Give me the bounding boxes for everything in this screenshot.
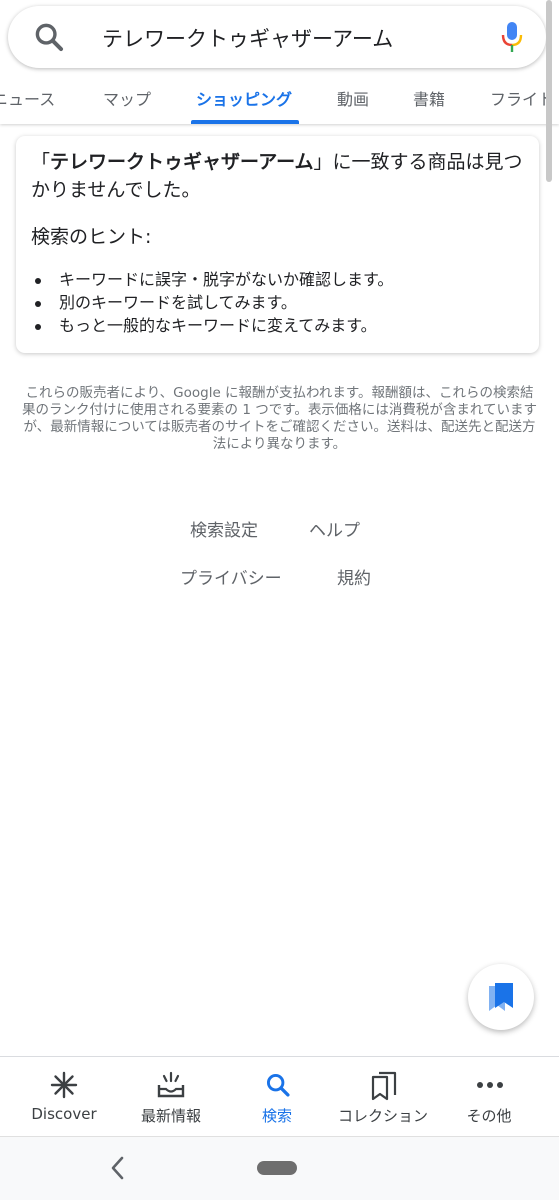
nav-more[interactable]: その他	[436, 1057, 542, 1137]
nav-updates[interactable]: 最新情報	[118, 1057, 224, 1137]
scrollbar[interactable]	[546, 0, 552, 182]
active-tab-indicator	[191, 120, 299, 124]
help-link[interactable]: ヘルプ	[309, 516, 360, 541]
more-dots-icon	[477, 1082, 503, 1088]
tab-news[interactable]: ニュース	[0, 86, 55, 110]
tab-flights[interactable]: フライト	[490, 86, 554, 110]
tip-item: キーワードに誤字・脱字がないか確認します。	[31, 268, 531, 291]
microphone-icon[interactable]	[500, 20, 524, 54]
search-box[interactable]: テレワークトゥギャザーアーム	[8, 6, 546, 68]
back-chevron-icon[interactable]	[108, 1155, 128, 1181]
tip-item: もっと一般的なキーワードに変えてみます。	[31, 314, 531, 337]
asterisk-icon	[50, 1071, 78, 1099]
tip-item: 別のキーワードを試してみます。	[31, 291, 531, 314]
updates-tray-icon	[157, 1071, 185, 1098]
system-navigation-bar	[0, 1136, 559, 1200]
nav-collections[interactable]: コレクション	[330, 1057, 436, 1137]
no-results-message: 「テレワークトゥギャザーアーム」に一致する商品は見つかりませんでした。	[31, 148, 531, 204]
collections-icon	[371, 1071, 397, 1101]
nav-search-label: 検索	[261, 1107, 292, 1125]
tab-books[interactable]: 書籍	[413, 86, 445, 110]
nav-more-label: その他	[466, 1107, 512, 1125]
collections-fab[interactable]	[468, 964, 534, 1030]
home-pill[interactable]	[257, 1161, 297, 1175]
search-icon	[266, 1073, 290, 1097]
privacy-link[interactable]: プライバシー	[180, 564, 282, 589]
bookmarks-icon	[489, 983, 513, 1011]
tips-heading: 検索のヒント:	[31, 226, 152, 248]
tips-list: キーワードに誤字・脱字がないか確認します。 別のキーワードを試してみます。 もっ…	[31, 268, 531, 337]
search-settings-link[interactable]: 検索設定	[190, 516, 258, 541]
seller-disclaimer: これらの販売者により、Google に報酬が支払われます。報酬額は、これらの検索…	[22, 385, 537, 452]
bottom-navigation: Discover 最新情報 検索 コレクション その他	[0, 1056, 559, 1136]
tab-videos[interactable]: 動画	[337, 86, 369, 110]
top-bar: テレワークトゥギャザーアーム ニュース マップ ショッピング 動画 書籍 フライ…	[0, 0, 559, 124]
nav-updates-label: 最新情報	[140, 1107, 201, 1125]
terms-link[interactable]: 規約	[337, 564, 371, 589]
no-results-query: テレワークトゥギャザーアーム	[50, 151, 314, 173]
search-icon[interactable]	[32, 20, 66, 54]
nav-collections-label: コレクション	[337, 1107, 428, 1125]
search-query[interactable]: テレワークトゥギャザーアーム	[102, 23, 393, 53]
nav-search[interactable]: 検索	[224, 1057, 330, 1137]
search-tabs: ニュース マップ ショッピング 動画 書籍 フライト	[0, 78, 559, 124]
tab-shopping[interactable]: ショッピング	[196, 86, 292, 110]
tab-maps[interactable]: マップ	[103, 86, 151, 110]
nav-discover[interactable]: Discover	[10, 1057, 118, 1137]
nav-discover-label: Discover	[31, 1105, 97, 1123]
title-open-bracket: 「	[31, 151, 51, 173]
no-results-card: 「テレワークトゥギャザーアーム」に一致する商品は見つかりませんでした。 検索のヒ…	[16, 136, 539, 353]
